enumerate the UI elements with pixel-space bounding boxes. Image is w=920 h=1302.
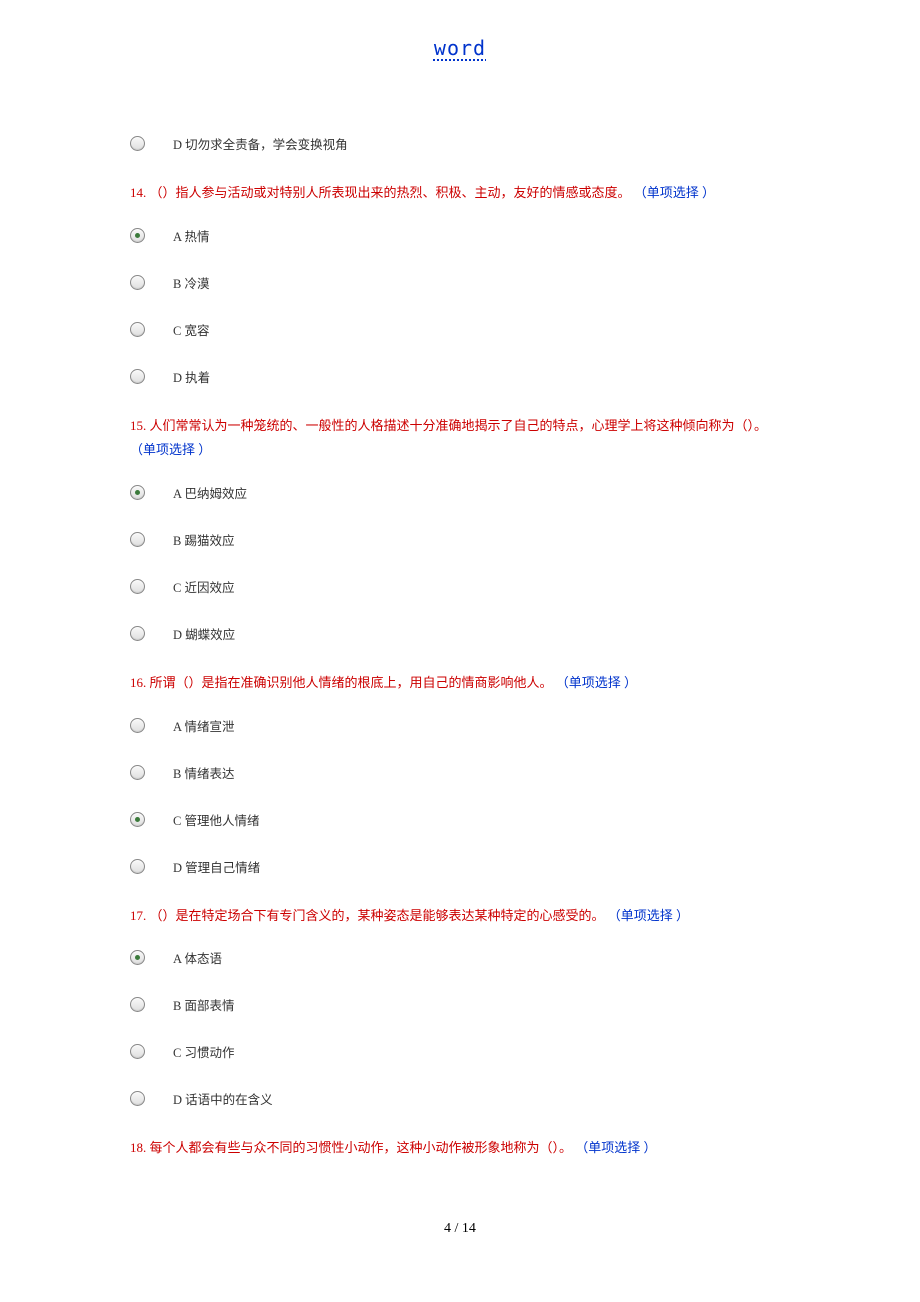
radio-icon-selected[interactable] [130, 812, 145, 827]
radio-icon[interactable] [130, 859, 145, 874]
radio-icon-selected[interactable] [130, 485, 145, 500]
q16-option-c[interactable]: C 管理他人情绪 [130, 810, 790, 829]
question-body: 所谓（）是指在准确识别他人情绪的根底上，用自己的情商影响他人。 [150, 675, 553, 690]
option-label: D 执着 [173, 367, 210, 386]
option-label: A 体态语 [173, 948, 222, 967]
radio-icon[interactable] [130, 626, 145, 641]
q15-option-d[interactable]: D 蝴蝶效应 [130, 624, 790, 643]
q16-option-b[interactable]: B 情绪表达 [130, 763, 790, 782]
radio-icon[interactable] [130, 275, 145, 290]
q14-option-b[interactable]: B 冷漠 [130, 273, 790, 292]
question-18: 18. 每个人都会有些与众不同的习惯性小动作，这种小动作被形象地称为（）。 （单… [130, 1136, 790, 1161]
radio-icon[interactable] [130, 579, 145, 594]
question-number: 16. [130, 675, 146, 690]
question-type: （单项选择 ） [575, 1140, 656, 1155]
q16-option-a[interactable]: A 情绪宣泄 [130, 716, 790, 735]
question-number: 14. [130, 185, 146, 200]
question-number: 17. [130, 908, 146, 923]
page-header-title: word [0, 0, 920, 60]
question-number: 18. [130, 1140, 146, 1155]
option-label: A 情绪宣泄 [173, 716, 234, 735]
radio-icon-selected[interactable] [130, 228, 145, 243]
q14-option-d[interactable]: D 执着 [130, 367, 790, 386]
q15-option-b[interactable]: B 踢猫效应 [130, 530, 790, 549]
q17-option-a[interactable]: A 体态语 [130, 948, 790, 967]
prev-option-d[interactable]: D 切勿求全责备，学会变换视角 [130, 134, 790, 153]
question-number: 15. [130, 418, 146, 433]
radio-icon[interactable] [130, 718, 145, 733]
option-label: B 情绪表达 [173, 763, 234, 782]
radio-icon[interactable] [130, 532, 145, 547]
option-label: D 管理自己情绪 [173, 857, 260, 876]
question-type: （单项选择 ） [634, 185, 715, 200]
question-body: （）指人参与活动或对特别人所表现出来的热烈、积极、主动，友好的情感或态度。 [150, 185, 631, 200]
option-label: D 话语中的在含义 [173, 1089, 273, 1108]
q14-option-c[interactable]: C 宽容 [130, 320, 790, 339]
option-label: C 习惯动作 [173, 1042, 234, 1061]
q17-option-d[interactable]: D 话语中的在含义 [130, 1089, 790, 1108]
option-label: B 冷漠 [173, 273, 209, 292]
question-15: 15. 人们常常认为一种笼统的、一般性的人格描述十分准确地揭示了自己的特点，心理… [130, 414, 790, 463]
question-17: 17. （）是在特定场合下有专门含义的，某种姿态是能够表达某种特定的心感受的。 … [130, 904, 790, 929]
option-label: A 巴纳姆效应 [173, 483, 247, 502]
question-body: 人们常常认为一种笼统的、一般性的人格描述十分准确地揭示了自己的特点，心理学上将这… [150, 418, 768, 433]
radio-icon[interactable] [130, 1091, 145, 1106]
radio-icon[interactable] [130, 997, 145, 1012]
option-label: C 近因效应 [173, 577, 234, 596]
radio-icon[interactable] [130, 369, 145, 384]
q14-option-a[interactable]: A 热情 [130, 226, 790, 245]
radio-icon[interactable] [130, 1044, 145, 1059]
question-body: 每个人都会有些与众不同的习惯性小动作，这种小动作被形象地称为（）。 [150, 1140, 573, 1155]
q17-option-c[interactable]: C 习惯动作 [130, 1042, 790, 1061]
question-14: 14. （）指人参与活动或对特别人所表现出来的热烈、积极、主动，友好的情感或态度… [130, 181, 790, 206]
content-area: D 切勿求全责备，学会变换视角 14. （）指人参与活动或对特别人所表现出来的热… [0, 60, 920, 1161]
radio-icon[interactable] [130, 322, 145, 337]
question-type: （单项选择 ） [608, 908, 689, 923]
q17-option-b[interactable]: B 面部表情 [130, 995, 790, 1014]
radio-icon-selected[interactable] [130, 950, 145, 965]
option-label: B 面部表情 [173, 995, 234, 1014]
option-label: A 热情 [173, 226, 209, 245]
option-label: C 宽容 [173, 320, 209, 339]
radio-icon[interactable] [130, 765, 145, 780]
q15-option-c[interactable]: C 近因效应 [130, 577, 790, 596]
page-footer: 4 / 14 [0, 1221, 920, 1267]
question-16: 16. 所谓（）是指在准确识别他人情绪的根底上，用自己的情商影响他人。 （单项选… [130, 671, 790, 696]
option-label: C 管理他人情绪 [173, 810, 259, 829]
radio-icon[interactable] [130, 136, 145, 151]
question-type: （单项选择 ） [556, 675, 637, 690]
option-label: D 蝴蝶效应 [173, 624, 235, 643]
q16-option-d[interactable]: D 管理自己情绪 [130, 857, 790, 876]
option-label: D 切勿求全责备，学会变换视角 [173, 134, 348, 153]
q15-option-a[interactable]: A 巴纳姆效应 [130, 483, 790, 502]
option-label: B 踢猫效应 [173, 530, 234, 549]
question-type: （单项选择 ） [130, 442, 211, 457]
question-body: （）是在特定场合下有专门含义的，某种姿态是能够表达某种特定的心感受的。 [150, 908, 605, 923]
